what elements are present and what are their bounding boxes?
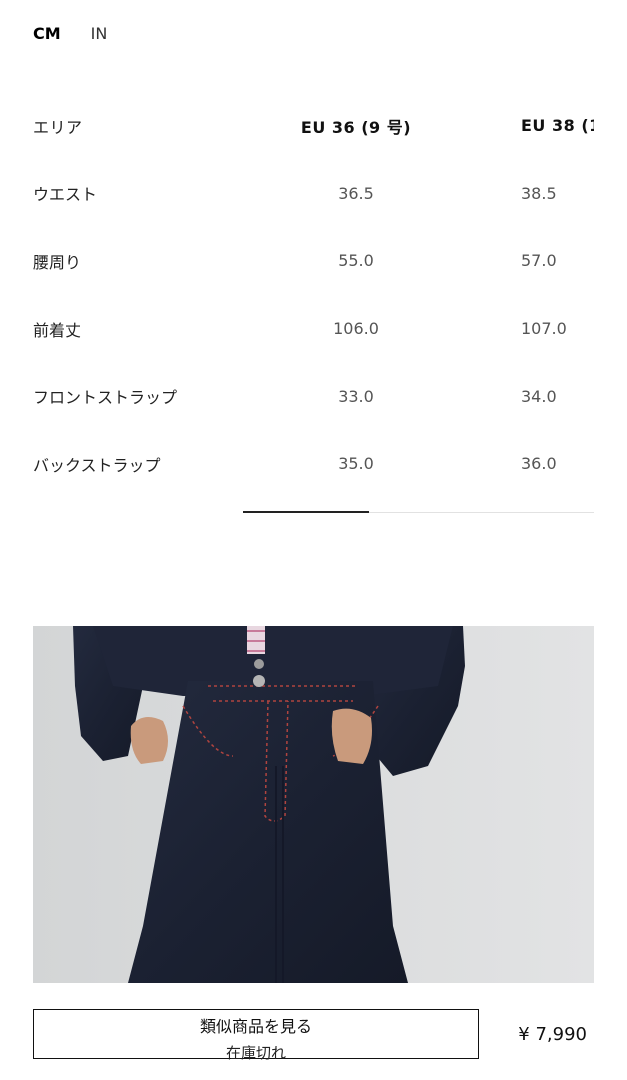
- stock-status: 在庫切れ: [225, 1044, 286, 1062]
- table-cell: 34.0: [521, 386, 557, 406]
- denim-overalls-image: [33, 626, 594, 983]
- table-row: バックストラップ 35.0 36.0: [33, 430, 594, 492]
- size-table-scroll[interactable]: エリア EU 36 (9 号) EU 38 (1 ウエスト 36.5 38.5 …: [33, 92, 594, 492]
- unit-in-option[interactable]: IN: [91, 24, 108, 43]
- purchase-bar: 類似商品を見る 在庫切れ ¥ 7,990: [33, 1009, 594, 1062]
- view-similar-button[interactable]: 類似商品を見る 在庫切れ: [33, 1009, 479, 1062]
- row-label-hip: 腰周り: [33, 252, 82, 272]
- table-row: 腰周り 55.0 57.0: [33, 227, 594, 295]
- size-table: エリア EU 36 (9 号) EU 38 (1 ウエスト 36.5 38.5 …: [33, 92, 594, 492]
- table-cell: 57.0: [521, 251, 557, 271]
- similar-button-label: 類似商品を見る: [199, 1017, 312, 1036]
- size-column-header: EU 38 (1: [521, 116, 594, 136]
- table-cell: 106.0: [333, 319, 379, 339]
- area-header: エリア: [33, 117, 83, 137]
- table-cell: 35.0: [338, 454, 374, 474]
- table-row: ウエスト 36.5 38.5: [33, 160, 594, 228]
- table-cell: 36.5: [338, 183, 374, 203]
- table-cell: 55.0: [338, 251, 374, 271]
- table-scrollbar-thumb[interactable]: [243, 511, 369, 513]
- product-price: ¥ 7,990: [518, 1024, 587, 1045]
- table-cell: 33.0: [338, 386, 374, 406]
- unit-cm-option[interactable]: CM: [33, 24, 61, 43]
- size-column-header: EU 36 (9 号): [300, 117, 412, 137]
- table-cell: 107.0: [521, 319, 567, 339]
- table-row: フロントストラップ 33.0 34.0: [33, 362, 594, 430]
- table-cell: 36.0: [521, 454, 557, 474]
- table-scrollbar[interactable]: [243, 511, 594, 513]
- row-label-back-strap: バックストラップ: [33, 455, 161, 475]
- table-cell: 38.5: [521, 183, 557, 203]
- table-header-row: エリア EU 36 (9 号) EU 38 (1: [33, 92, 594, 160]
- row-label-front-length: 前着丈: [33, 320, 82, 340]
- row-label-front-strap: フロントストラップ: [33, 388, 178, 408]
- row-label-waist: ウエスト: [33, 185, 98, 205]
- unit-toggle: CM IN: [33, 24, 107, 43]
- table-row: 前着丈 106.0 107.0: [33, 295, 594, 363]
- product-photo[interactable]: [33, 626, 594, 983]
